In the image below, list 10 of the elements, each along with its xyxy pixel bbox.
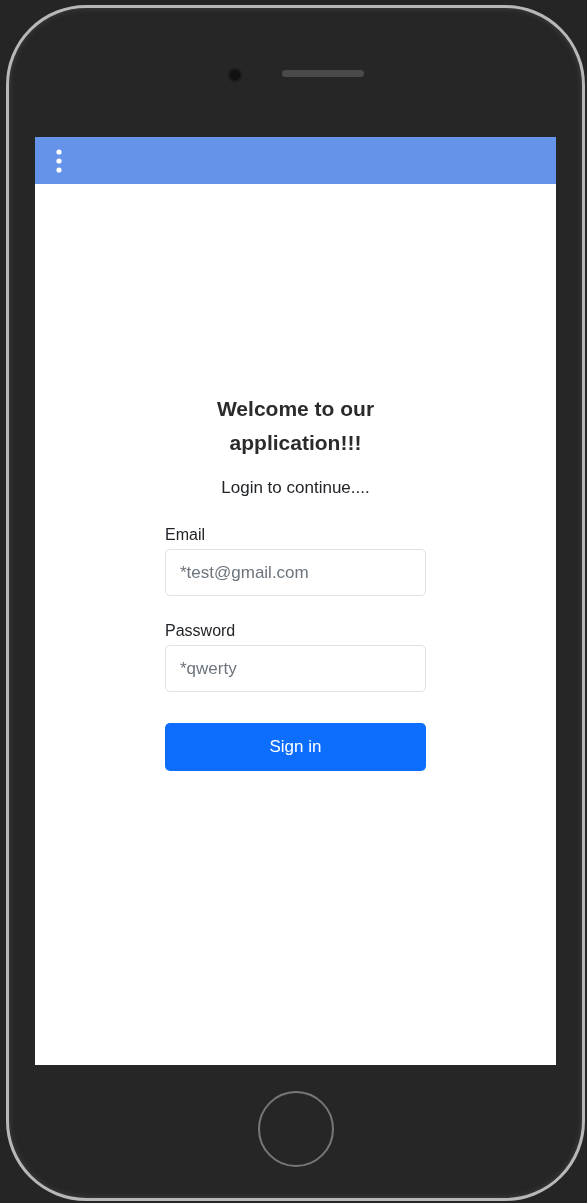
speaker-icon bbox=[281, 70, 364, 77]
email-field[interactable]: *test@gmail.com bbox=[165, 549, 426, 596]
field-label: Email bbox=[165, 525, 206, 545]
field-label: Password bbox=[165, 621, 237, 641]
password-field[interactable]: *qwerty bbox=[165, 645, 426, 692]
welcome-title: Welcome to our application!!! bbox=[215, 396, 376, 456]
home-button[interactable] bbox=[257, 1090, 334, 1167]
sign-in-button[interactable]: Sign in bbox=[165, 723, 426, 771]
menu-icon[interactable] bbox=[56, 148, 62, 173]
login-subtitle: Login to continue.... bbox=[221, 477, 370, 499]
